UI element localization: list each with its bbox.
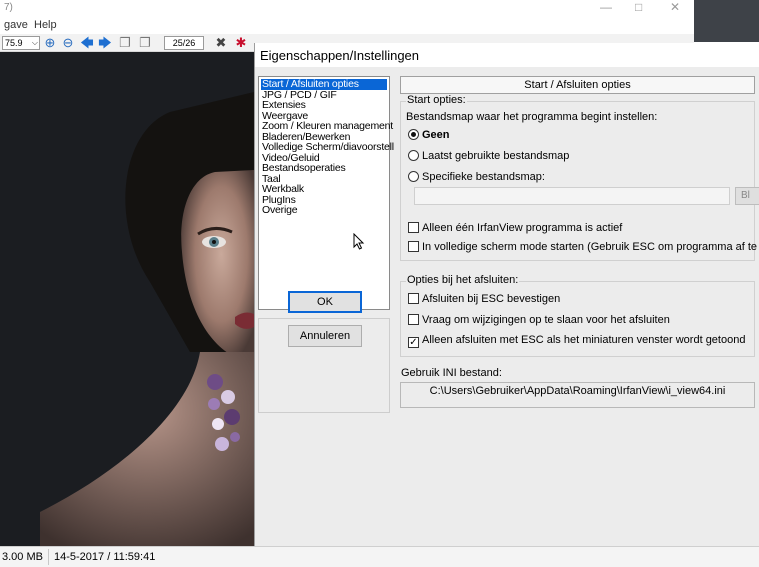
dialog-title: Eigenschappen/Instellingen: [260, 48, 420, 63]
check-single-instance[interactable]: Alleen één IrfanView programma is actief: [408, 222, 622, 236]
check-confirm-esc-label: Afsluiten bij ESC bevestigen: [422, 293, 561, 305]
paste-icon[interactable]: ❐: [138, 36, 152, 50]
radio-none-label: Geen: [422, 129, 450, 141]
status-file-size: 3.00 MB: [2, 551, 43, 563]
status-bar: 3.00 MB 14-5-2017 / 11:59:41: [0, 546, 759, 567]
mouse-cursor-icon: [353, 233, 365, 250]
zoom-in-icon[interactable]: ⊕: [43, 36, 57, 50]
maximize-icon[interactable]: □: [635, 0, 642, 14]
app-titlebar: 7) — □ ✕: [0, 0, 694, 18]
check-ask-save-label: Vraag om wijzigingen op te slaan voor he…: [422, 314, 670, 326]
properties-dialog: Eigenschappen/Instellingen Start / Afslu…: [254, 43, 759, 546]
exit-options-label: Opties bij het afsluiten:: [406, 274, 520, 286]
portrait-image: [0, 52, 254, 546]
copy-icon[interactable]: ❐: [118, 36, 132, 50]
check-esc-thumbnails-label: Alleen afsluiten met ESC als het miniatu…: [422, 334, 746, 346]
settings-icon[interactable]: ✖: [214, 36, 228, 50]
zoom-value: 75.9: [5, 38, 23, 48]
radio-last-used-label: Laatst gebruikte bestandsmap: [422, 150, 570, 162]
ini-file-label: Gebruik INI bestand:: [401, 367, 502, 379]
ok-button[interactable]: OK: [288, 291, 362, 313]
category-item-other[interactable]: Overige: [261, 205, 389, 216]
check-start-fullscreen[interactable]: In volledige scherm mode starten (Gebrui…: [408, 241, 759, 255]
chevron-down-icon: ⌵: [31, 38, 38, 47]
radio-last-used-folder[interactable]: Laatst gebruikte bestandsmap: [408, 150, 569, 164]
background-window: [694, 0, 759, 42]
category-item-zoom-color[interactable]: Zoom / Kleuren management: [261, 121, 393, 132]
category-item-toolbar[interactable]: Werkbalk: [261, 184, 389, 195]
checkbox[interactable]: [408, 222, 419, 233]
previous-icon[interactable]: 🡄: [80, 36, 94, 50]
category-item-start-exit[interactable]: Start / Afsluiten opties: [261, 79, 387, 90]
ini-file-path: C:\Users\Gebruiker\AppData\Roaming\Irfan…: [400, 382, 755, 408]
check-confirm-esc[interactable]: Afsluiten bij ESC bevestigen: [408, 293, 560, 307]
page-counter: 25/26: [164, 36, 204, 50]
app-title: 7): [4, 2, 13, 13]
category-item-extensions[interactable]: Extensies: [261, 100, 389, 111]
image-viewer: [0, 52, 254, 546]
category-item-file-operations[interactable]: Bestandsoperaties: [261, 163, 389, 174]
specific-folder-input[interactable]: [414, 187, 730, 205]
irfanview-logo-icon[interactable]: ✱: [234, 36, 248, 50]
radio-specific-label: Specifieke bestandsmap:: [422, 171, 545, 183]
menu-item-weergave[interactable]: gave: [4, 19, 28, 31]
menu-item-help[interactable]: Help: [34, 19, 57, 31]
radio-button[interactable]: [408, 150, 419, 161]
close-icon[interactable]: ✕: [670, 0, 680, 14]
checkbox[interactable]: [408, 241, 419, 252]
browse-button[interactable]: Bl: [735, 187, 759, 205]
panel-title: Start / Afsluiten opties: [400, 76, 755, 94]
zoom-out-icon[interactable]: ⊖: [61, 36, 75, 50]
radio-none[interactable]: Geen: [408, 129, 450, 143]
zoom-select[interactable]: 75.9 ⌵: [2, 36, 40, 50]
radio-button[interactable]: [408, 129, 419, 140]
status-date: 14-5-2017 / 11:59:41: [54, 551, 156, 563]
next-icon[interactable]: 🡆: [98, 36, 112, 50]
checkbox[interactable]: [408, 314, 419, 325]
checkbox[interactable]: [408, 293, 419, 304]
minimize-icon[interactable]: —: [600, 0, 612, 14]
category-item-fullscreen-slideshow[interactable]: Volledige Scherm/diavoorstell: [261, 142, 394, 153]
category-list[interactable]: Start / Afsluiten opties JPG / PCD / GIF…: [258, 76, 394, 310]
start-folder-label: Bestandsmap waar het programma begint in…: [406, 111, 658, 123]
checkbox-checked[interactable]: ✓: [408, 337, 419, 348]
check-start-fullscreen-label: In volledige scherm mode starten (Gebrui…: [422, 241, 759, 253]
check-ask-save[interactable]: Vraag om wijzigingen op te slaan voor he…: [408, 314, 670, 328]
status-separator: [48, 549, 49, 565]
dialog-titlebar[interactable]: Eigenschappen/Instellingen: [255, 43, 759, 67]
start-options-label: Start opties:: [406, 94, 467, 106]
cancel-button[interactable]: Annuleren: [288, 325, 362, 347]
menu-bar: gave Help: [0, 18, 694, 34]
radio-button[interactable]: [408, 171, 419, 182]
check-single-instance-label: Alleen één IrfanView programma is actief: [422, 222, 623, 234]
radio-specific-folder[interactable]: Specifieke bestandsmap:: [408, 171, 545, 185]
check-esc-thumbnails[interactable]: ✓ Alleen afsluiten met ESC als het miniat…: [408, 334, 745, 348]
